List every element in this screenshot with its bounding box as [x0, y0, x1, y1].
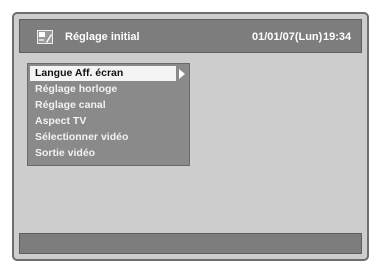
menu-item-sortie-video[interactable]: Sortie vidéo — [30, 146, 176, 161]
status-bar — [19, 233, 362, 254]
menu-item-canal[interactable]: Réglage canal — [30, 98, 176, 113]
menu-item-horloge[interactable]: Réglage horloge — [30, 82, 176, 97]
setup-menu: Langue Aff. écran Réglage horloge Réglag… — [27, 63, 190, 166]
menu-item-aspect-tv[interactable]: Aspect TV — [30, 114, 176, 129]
menu-item-label: Sélectionner vidéo — [35, 131, 129, 143]
time-display: 19:34 — [323, 31, 352, 43]
menu-item-label: Langue Aff. écran — [35, 67, 124, 79]
setup-menu-icon — [37, 30, 53, 44]
date-display: 01/01/07(Lun) — [252, 31, 323, 43]
menu-item-selectionner-video[interactable]: Sélectionner vidéo — [30, 130, 176, 145]
tv-screen: Réglage initial 01/01/07(Lun) 19:34 Lang… — [0, 0, 382, 276]
arrow-right-icon — [179, 69, 185, 79]
title-bar: Réglage initial 01/01/07(Lun) 19:34 — [19, 19, 362, 53]
menu-item-langue[interactable]: Langue Aff. écran — [30, 66, 176, 81]
page-title: Réglage initial — [65, 31, 140, 43]
menu-item-label: Sortie vidéo — [35, 147, 96, 159]
menu-item-label: Réglage canal — [35, 99, 106, 111]
menu-item-label: Aspect TV — [35, 115, 87, 127]
menu-item-label: Réglage horloge — [35, 83, 118, 95]
osd-window: Réglage initial 01/01/07(Lun) 19:34 Lang… — [12, 12, 369, 261]
